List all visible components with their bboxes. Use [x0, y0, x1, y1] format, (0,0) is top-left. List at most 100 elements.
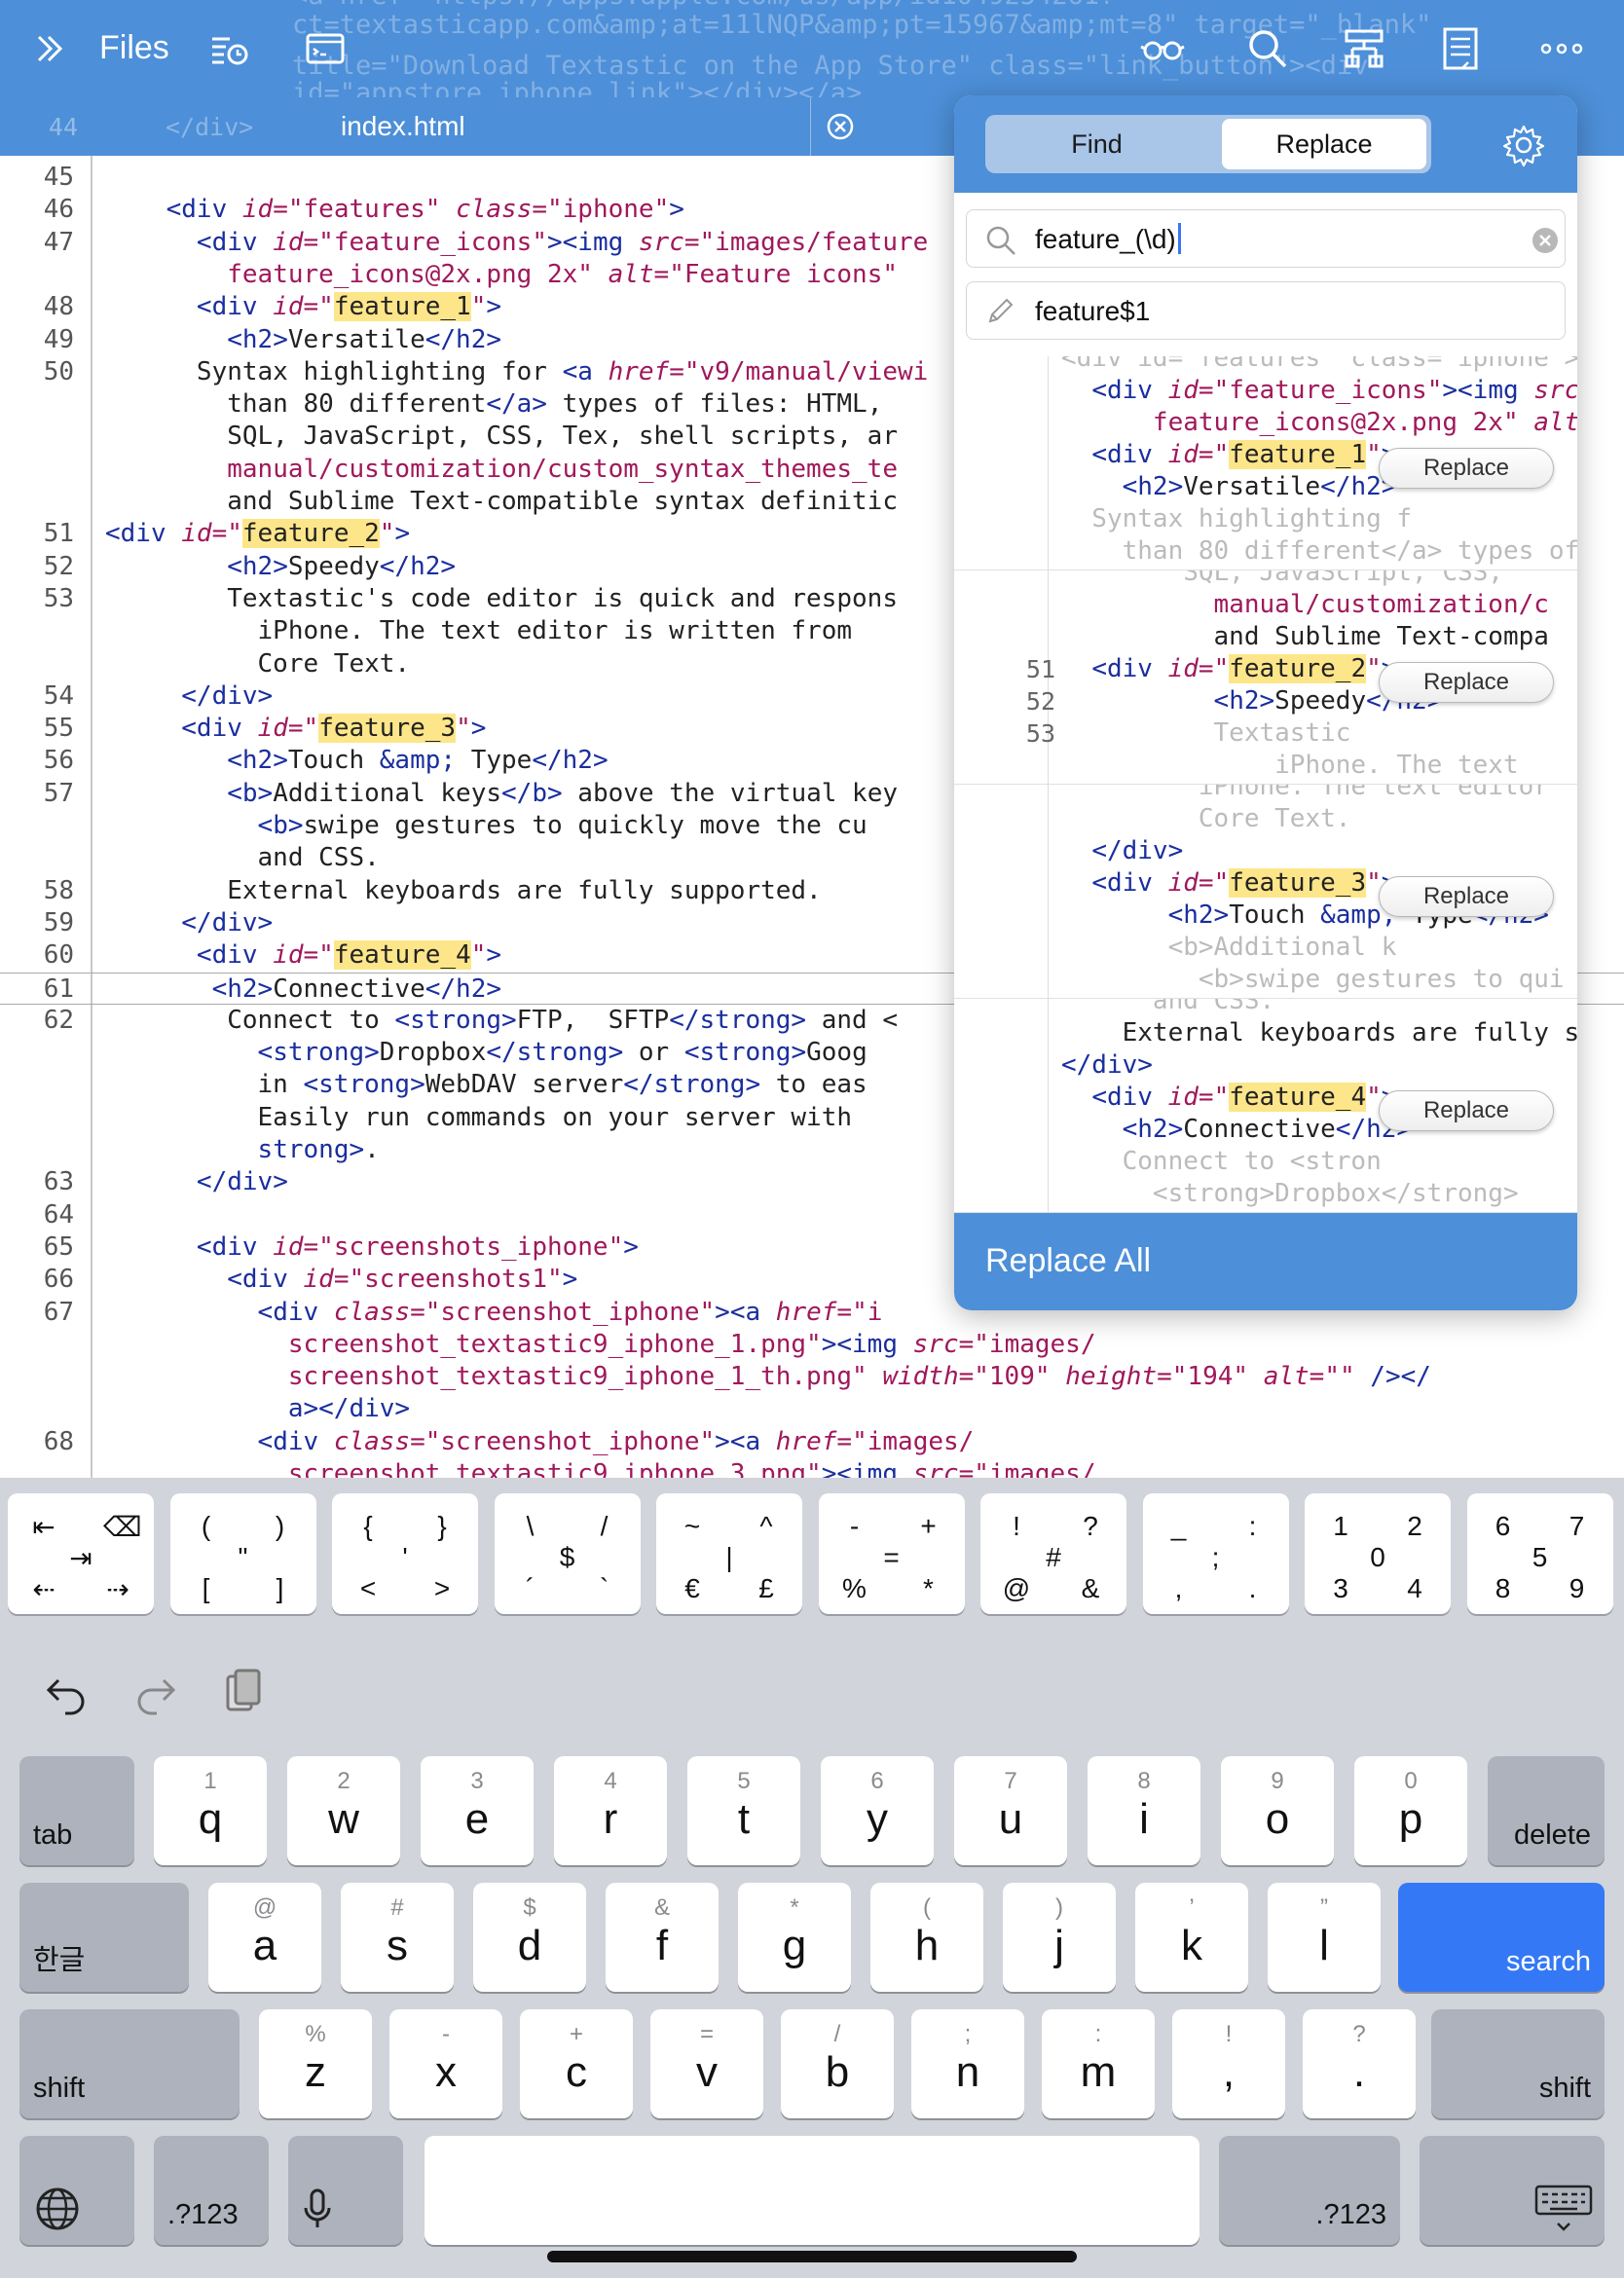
key-o[interactable]: 9o [1221, 1756, 1334, 1865]
redo-icon[interactable] [130, 1667, 179, 1717]
search-result[interactable]: and CSS. External keyboards are fully s <… [954, 999, 1577, 1213]
search-result[interactable]: <div id="features" class="iphone"> <div … [954, 356, 1577, 570]
search-results-list[interactable]: <div id="features" class="iphone"> <div … [954, 356, 1577, 1213]
extra-key-symbol: * [923, 1573, 934, 1603]
numbers-key-right[interactable]: .?123 [1219, 2136, 1400, 2245]
extra-key[interactable]: () " [] [169, 1493, 316, 1614]
key-n[interactable]: ; n [911, 2009, 1024, 2118]
line-text: a></div> [105, 1393, 410, 1425]
key-a[interactable]: @ a [208, 1883, 321, 1992]
extra-key[interactable]: ~ ^ | € £ [656, 1493, 802, 1614]
line-text: than 80 different</a> types of files: HT… [105, 388, 882, 421]
magnifier-icon [984, 224, 1017, 257]
line-text: </div> [105, 1166, 288, 1198]
segment-replace[interactable]: Replace [1222, 119, 1426, 169]
search-icon[interactable] [1240, 21, 1295, 76]
key-u[interactable]: 7u [954, 1756, 1067, 1865]
reader-glasses-icon[interactable] [1135, 21, 1190, 76]
replace-button[interactable]: Replace [1379, 448, 1554, 489]
tab-key[interactable]: tab [19, 1756, 134, 1865]
replace-button[interactable]: Replace [1379, 876, 1554, 917]
hide-keyboard-key[interactable] [1420, 2136, 1605, 2245]
key-x[interactable]: -x [389, 2009, 502, 2118]
key-g[interactable]: * g [738, 1883, 851, 1992]
extra-key[interactable]: ⇤ ⌫ ⇥ ⇠ ⇢ [8, 1493, 154, 1614]
key-m[interactable]: :m [1042, 2009, 1155, 2118]
search-input[interactable]: feature_(\d) [966, 209, 1566, 268]
key-letter: r [603, 1795, 618, 1843]
key-z[interactable]: % z [259, 2009, 372, 2118]
dictation-key[interactable] [288, 2136, 403, 2245]
key-c[interactable]: + c [520, 2009, 633, 2118]
undo-icon[interactable] [43, 1667, 92, 1717]
extra-key[interactable]: 6 758 9 [1466, 1493, 1613, 1614]
clear-search-icon[interactable] [1532, 227, 1559, 254]
space-bar[interactable] [424, 2136, 1200, 2245]
key-hint: : [1094, 2021, 1102, 2047]
sidebar-expand-icon[interactable] [23, 21, 78, 76]
key-t[interactable]: 5t [687, 1756, 800, 1865]
key-,[interactable]: !, [1172, 2009, 1285, 2118]
key-v[interactable]: = v [650, 2009, 763, 2118]
key-p[interactable]: 0p [1354, 1756, 1467, 1865]
replace-button[interactable]: Replace [1379, 662, 1554, 703]
search-result[interactable]: SQL, JavaScript, CSS, manual/customizati… [954, 570, 1577, 785]
replace-button[interactable]: Replace [1379, 1090, 1554, 1131]
key-y[interactable]: 6y [821, 1756, 934, 1865]
extra-key[interactable]: 1 203 4 [1305, 1493, 1451, 1614]
document-icon[interactable] [1433, 21, 1488, 76]
key-f[interactable]: & f [606, 1883, 719, 1992]
code-token: Textastic [1061, 718, 1351, 748]
key-.[interactable]: ?. [1303, 2009, 1416, 2118]
extra-key-symbol: 5 [1532, 1542, 1548, 1572]
key-k[interactable]: ’ k [1135, 1883, 1248, 1992]
key-hint: ! [1225, 2021, 1233, 2047]
more-icon[interactable] [1534, 21, 1589, 76]
code-token: feature_1 [333, 292, 471, 322]
key-w[interactable]: 2w [287, 1756, 400, 1865]
recent-files-icon[interactable] [201, 21, 255, 76]
language-key[interactable]: 한글 [19, 1883, 189, 1992]
key-h[interactable]: (h [870, 1883, 983, 1992]
extra-key[interactable]: \ / $ ´ ` [494, 1493, 641, 1614]
extra-key-symbol: " [238, 1542, 248, 1572]
close-tab-icon[interactable] [826, 112, 855, 141]
search-result[interactable]: iPhone. The text editor Core Text. </div… [954, 785, 1577, 999]
key-q[interactable]: 1q [154, 1756, 267, 1865]
extra-key[interactable]: {} ' < > [332, 1493, 478, 1614]
symbols-icon[interactable] [1337, 21, 1391, 76]
key-d[interactable]: $ d [473, 1883, 586, 1992]
key-e[interactable]: 3e [421, 1756, 534, 1865]
numbers-key-left[interactable]: .?123 [154, 2136, 269, 2245]
globe-key[interactable] [19, 2136, 134, 2245]
code-token: </h2> [424, 324, 502, 354]
globe-icon [36, 2187, 79, 2230]
clipboard-icon[interactable] [220, 1667, 269, 1717]
search-key[interactable]: search [1398, 1883, 1605, 1992]
replace-input[interactable]: feature$1 [966, 281, 1566, 340]
gear-icon[interactable] [1501, 123, 1546, 167]
shift-key-left[interactable]: shift [19, 2009, 240, 2118]
code-line: screenshot_textastic9_iphone_1.png"><img… [0, 1329, 1624, 1361]
key-j[interactable]: ) j [1003, 1883, 1116, 1992]
key-s[interactable]: # s [341, 1883, 454, 1992]
code-token: ><a [715, 1297, 776, 1327]
tab-index-html[interactable]: 44 </div> index.html [0, 97, 811, 156]
delete-key[interactable]: delete [1488, 1756, 1605, 1865]
replace-all-button[interactable]: Replace All [954, 1213, 1577, 1310]
key-hint: 8 [1137, 1768, 1151, 1794]
key-l[interactable]: ” l [1268, 1883, 1381, 1992]
key-r[interactable]: 4r [554, 1756, 667, 1865]
code-token: " [470, 292, 487, 322]
code-token: <div id="features" class="iphone"> [1061, 356, 1577, 373]
extra-key[interactable]: _:;,. [1142, 1493, 1289, 1614]
extra-key[interactable]: - + =% * [818, 1493, 965, 1614]
segment-find[interactable]: Find [985, 115, 1208, 173]
key-i[interactable]: 8i [1088, 1756, 1200, 1865]
extra-key[interactable]: !? # @ & [980, 1493, 1126, 1614]
key-b[interactable]: / b [781, 2009, 894, 2118]
code-token: <b> [257, 811, 304, 840]
files-button[interactable]: Files [99, 29, 169, 67]
shift-key-right[interactable]: shift [1431, 2009, 1605, 2118]
terminal-icon[interactable] [298, 21, 352, 76]
